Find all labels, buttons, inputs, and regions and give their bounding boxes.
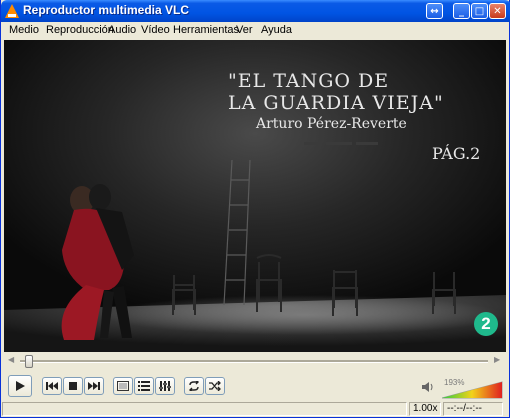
- window-title: Reproductor multimedia VLC: [23, 3, 190, 17]
- playlist-button[interactable]: [134, 377, 154, 395]
- play-icon: [16, 381, 25, 391]
- menu-ayuda[interactable]: Ayuda: [261, 24, 292, 36]
- next-button[interactable]: [84, 377, 104, 395]
- video-area[interactable]: "EL TANGO DE LA GUARDIA VIEJA" Arturo Pé…: [4, 40, 506, 352]
- menu-reproduccion[interactable]: Reproducción: [46, 24, 114, 36]
- fullscreen-button[interactable]: [113, 377, 133, 395]
- close-button[interactable]: ✕: [489, 3, 506, 19]
- shuffle-icon: [209, 381, 221, 391]
- menu-medio[interactable]: Medio: [9, 24, 39, 36]
- seek-bar[interactable]: ◀ ▶: [4, 352, 506, 372]
- seek-left-arrow-icon: ◀: [8, 355, 15, 364]
- status-bar: 1.00x --:--/--:--: [1, 401, 509, 417]
- minimize-button[interactable]: _: [453, 3, 470, 19]
- shuffle-button[interactable]: [205, 377, 225, 395]
- stop-icon: [69, 382, 77, 390]
- overlay-title-line2: LA GUARDIA VIEJA": [228, 92, 444, 114]
- menu-audio[interactable]: Audio: [108, 24, 136, 36]
- menu-video[interactable]: Vídeo: [141, 24, 170, 36]
- next-icon: [88, 382, 100, 390]
- seek-right-arrow-icon: ▶: [494, 355, 501, 364]
- playlist-icon: [138, 381, 150, 391]
- extended-settings-button[interactable]: [155, 377, 175, 395]
- loop-button[interactable]: [184, 377, 204, 395]
- compact-mode-button[interactable]: ↔: [426, 3, 443, 19]
- title-bar[interactable]: Reproductor multimedia VLC ↔ _ □ ✕: [1, 0, 510, 22]
- maximize-button[interactable]: □: [471, 3, 488, 19]
- overlay-page: PÁG.2: [432, 144, 481, 163]
- status-message: [2, 402, 407, 416]
- menu-ver[interactable]: Ver: [236, 24, 253, 36]
- extended-settings-icon: [159, 381, 171, 391]
- stop-button[interactable]: [63, 377, 83, 395]
- previous-button[interactable]: [42, 377, 62, 395]
- menu-herramientas[interactable]: Herramientas: [173, 24, 239, 36]
- channel-logo: 2: [474, 312, 498, 336]
- vlc-window: Reproductor multimedia VLC ↔ _ □ ✕ Medio…: [0, 0, 510, 418]
- vlc-cone-icon: [5, 4, 19, 18]
- seek-slider-handle[interactable]: [24, 355, 33, 368]
- overlay-author: Arturo Pérez-Reverte: [256, 116, 407, 132]
- speaker-icon[interactable]: [422, 381, 436, 393]
- overlay-title-line1: "EL TANGO DE: [228, 70, 390, 92]
- previous-icon: [46, 382, 58, 390]
- loop-icon: [189, 381, 199, 391]
- seek-track[interactable]: [20, 360, 488, 363]
- menu-bar: Medio Reproducción Audio Vídeo Herramien…: [1, 22, 509, 40]
- fullscreen-icon: [117, 381, 129, 391]
- playback-speed[interactable]: 1.00x: [409, 402, 441, 416]
- play-button[interactable]: [8, 375, 32, 397]
- time-display[interactable]: --:--/--:--: [443, 402, 503, 416]
- volume-slider[interactable]: [442, 381, 504, 399]
